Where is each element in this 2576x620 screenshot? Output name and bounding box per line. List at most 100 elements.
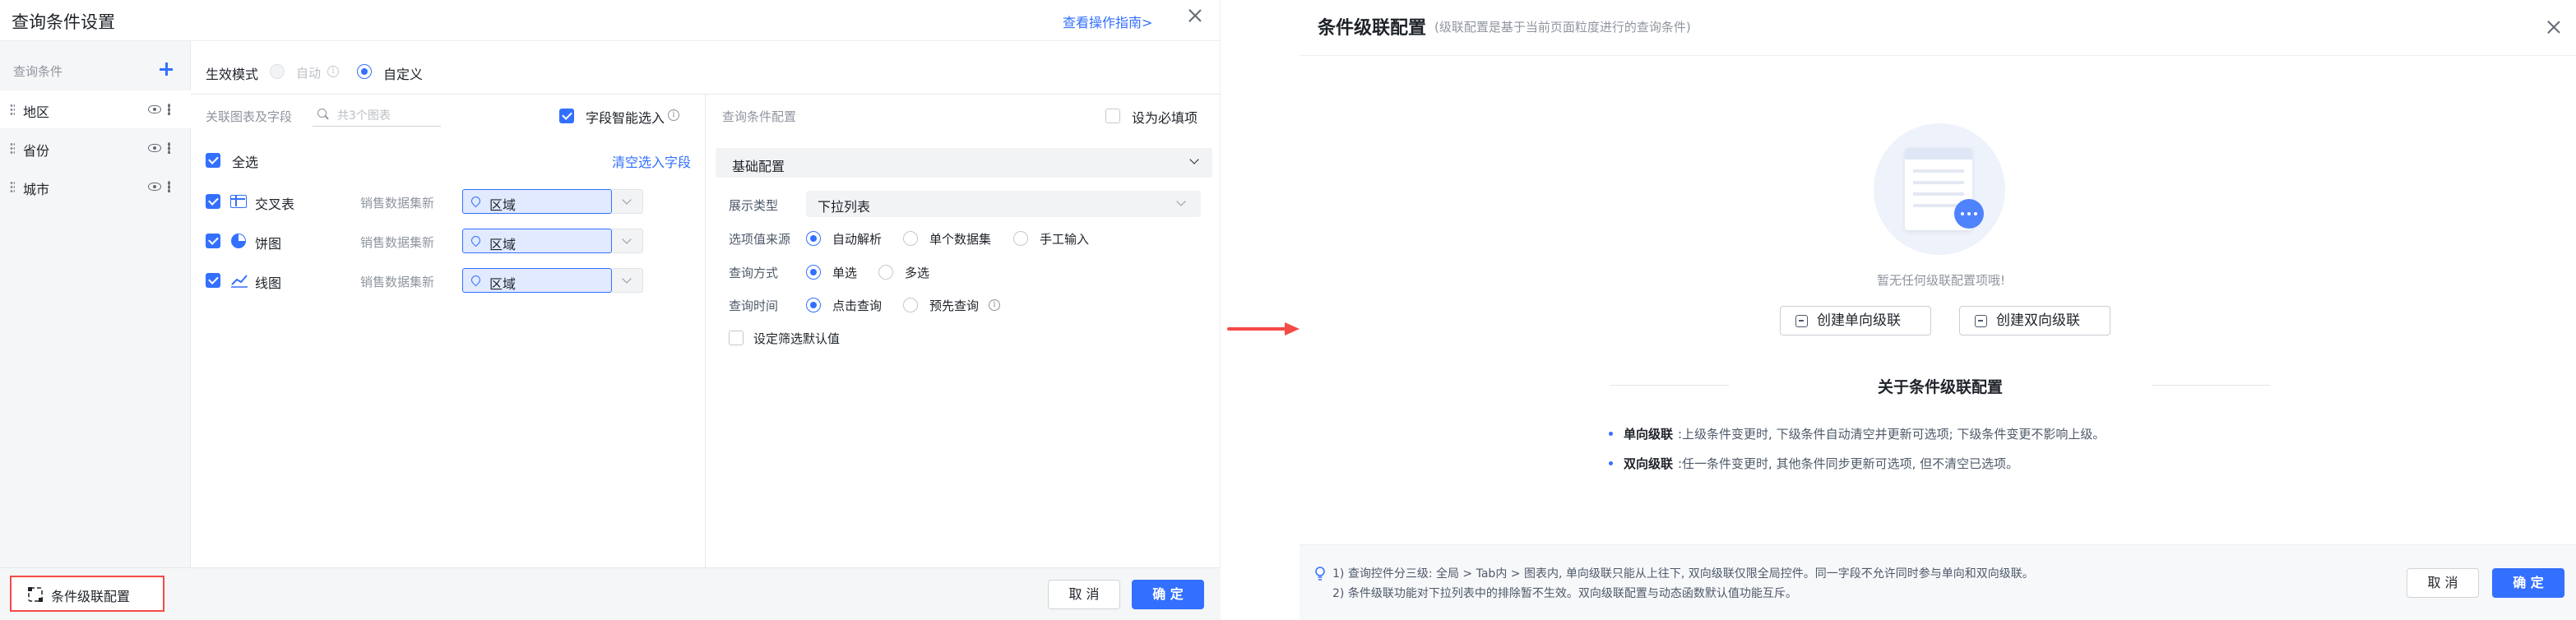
assoc-row: 线图 销售数据集新 区域 xyxy=(206,268,650,293)
row-checkbox[interactable] xyxy=(206,194,220,209)
sidebar-item-label: 省份 xyxy=(23,143,50,159)
row-dataset: 销售数据集新 xyxy=(360,275,435,289)
cascade-double-icon xyxy=(1975,315,1987,327)
query-single-radio[interactable] xyxy=(806,265,821,280)
required-label: 设为必填项 xyxy=(1132,110,1198,126)
cascade-config-button[interactable]: 条件级联配置 xyxy=(10,576,164,612)
radio-label: 单个数据集 xyxy=(929,232,992,247)
sidebar-item-label: 城市 xyxy=(23,182,50,197)
smart-select-checkbox[interactable] xyxy=(559,109,574,123)
select-all-checkbox[interactable] xyxy=(206,153,220,168)
about-term: 单向级联 xyxy=(1624,427,1674,442)
sidebar-item-city[interactable]: 城市 xyxy=(0,168,191,206)
radio-label: 点击查询 xyxy=(832,298,883,313)
guide-link[interactable]: 查看操作指南> xyxy=(1063,12,1152,31)
field-dropdown[interactable] xyxy=(612,268,643,293)
field-dropdown[interactable] xyxy=(612,229,643,253)
mode-custom-radio[interactable] xyxy=(357,64,372,79)
eye-icon[interactable] xyxy=(148,105,161,113)
about-title: 关于条件级联配置 xyxy=(1877,378,2003,396)
clear-fields-link[interactable]: 清空选入字段 xyxy=(612,151,691,171)
location-pin-icon xyxy=(469,194,483,208)
drag-handle-icon[interactable] xyxy=(10,142,15,155)
create-single-cascade-button[interactable]: 创建单向级联 xyxy=(1780,306,1931,335)
mode-auto-radio[interactable] xyxy=(270,64,285,79)
row-dataset: 销售数据集新 xyxy=(360,196,435,211)
about-desc: :上级条件变更时, 下级条件自动清空并更新可选项; 下级条件变更不影响上级。 xyxy=(1678,427,2106,442)
drag-handle-icon[interactable] xyxy=(10,104,15,117)
confirm-button[interactable]: 确 定 xyxy=(1132,580,1204,609)
bullet-dot xyxy=(1609,461,1613,465)
field-select[interactable]: 区域 xyxy=(462,268,612,293)
source-auto-radio[interactable] xyxy=(806,231,821,246)
cross-table-icon xyxy=(230,195,247,208)
close-icon[interactable] xyxy=(1188,8,1202,23)
drag-handle-icon[interactable] xyxy=(10,181,15,194)
display-type-select[interactable]: 下拉列表 xyxy=(806,191,1201,217)
row-chart-name: 交叉表 xyxy=(255,197,295,212)
eye-icon[interactable] xyxy=(148,144,161,152)
chevron-down-icon xyxy=(622,195,632,205)
config-title: 查询条件配置 xyxy=(722,109,797,124)
more-icon[interactable] xyxy=(168,142,170,154)
arrow-right-icon xyxy=(1227,322,1300,335)
chevron-down-icon xyxy=(622,234,632,244)
empty-text: 暂无任何级联配置项哦! xyxy=(1876,273,2005,288)
divider xyxy=(2152,385,2270,386)
default-filter-checkbox[interactable] xyxy=(729,331,744,345)
sidebar-item-province[interactable]: 省份 xyxy=(0,129,191,167)
line-chart-icon xyxy=(231,275,248,288)
source-manual-radio[interactable] xyxy=(1013,231,1028,246)
radio-label: 预先查询 xyxy=(929,298,980,313)
query-preload-radio[interactable] xyxy=(903,298,918,312)
dialog-footer: 条件级联配置 取 消 确 定 xyxy=(0,567,1221,620)
condition-sidebar: 查询条件 地区 省份 城市 xyxy=(0,41,191,567)
eye-icon[interactable] xyxy=(148,183,161,191)
more-icon[interactable] xyxy=(168,104,170,115)
chart-search-input[interactable]: 共3个图表 xyxy=(313,102,441,127)
radio-label: 多选 xyxy=(905,266,930,280)
create-double-cascade-button[interactable]: 创建双向级联 xyxy=(1959,306,2110,335)
source-dataset-radio[interactable] xyxy=(903,231,918,246)
field-select[interactable]: 区域 xyxy=(462,189,612,214)
cascade-icon xyxy=(28,587,43,602)
smart-select-label: 字段智能选入 xyxy=(586,110,665,126)
tip-line: 2) 条件级联功能对下拉列表中的排除暂不生效。双向级联配置与动态函数默认值功能互… xyxy=(1332,587,1797,600)
sidebar-item-region[interactable]: 地区 xyxy=(0,90,191,128)
dialog-title: 查询条件设置 xyxy=(12,12,115,32)
location-pin-icon xyxy=(469,234,483,248)
row-checkbox[interactable] xyxy=(206,234,220,248)
lightbulb-icon xyxy=(1315,567,1325,581)
more-icon[interactable] xyxy=(168,181,170,192)
field-value: 区域 xyxy=(489,276,517,292)
required-checkbox[interactable] xyxy=(1105,109,1120,123)
field-dropdown[interactable] xyxy=(612,189,643,214)
dialog-title: 条件级联配置 xyxy=(1318,18,1427,39)
close-icon[interactable] xyxy=(2546,20,2561,35)
button-label: 创建单向级联 xyxy=(1817,312,1901,329)
query-time-label: 查询时间 xyxy=(729,298,779,313)
pie-chart-icon xyxy=(231,234,246,248)
query-condition-dialog: 查询条件设置 查看操作指南> 查询条件 地区 省份 城市 生效模式 自动 i 自… xyxy=(0,0,1221,620)
query-click-radio[interactable] xyxy=(806,298,821,312)
display-type-label: 展示类型 xyxy=(729,198,779,213)
basic-config-section[interactable]: 基础配置 xyxy=(716,148,1212,178)
field-select[interactable]: 区域 xyxy=(462,229,612,253)
empty-illustration xyxy=(1874,123,2005,255)
section-title: 基础配置 xyxy=(732,159,785,174)
row-chart-name: 线图 xyxy=(255,275,282,291)
add-condition-icon[interactable] xyxy=(158,61,174,77)
location-pin-icon xyxy=(469,273,483,287)
chat-bubble-icon xyxy=(1954,199,1984,229)
confirm-button[interactable]: 确 定 xyxy=(2492,568,2564,598)
dialog-subtitle: (级联配置是基于当前页面粒度进行的查询条件) xyxy=(1434,20,1691,35)
field-value: 区域 xyxy=(489,197,517,213)
query-multi-radio[interactable] xyxy=(878,265,893,280)
tip-line: 1) 查询控件分三级: 全局 > Tab内 > 图表内, 单向级联只能从上往下,… xyxy=(1332,567,2034,581)
radio-label: 自动解析 xyxy=(832,232,883,247)
cancel-button[interactable]: 取 消 xyxy=(1048,580,1120,609)
mode-label: 生效模式 xyxy=(206,67,259,82)
row-dataset: 销售数据集新 xyxy=(360,235,435,250)
cancel-button[interactable]: 取 消 xyxy=(2407,568,2479,598)
row-checkbox[interactable] xyxy=(206,273,220,288)
